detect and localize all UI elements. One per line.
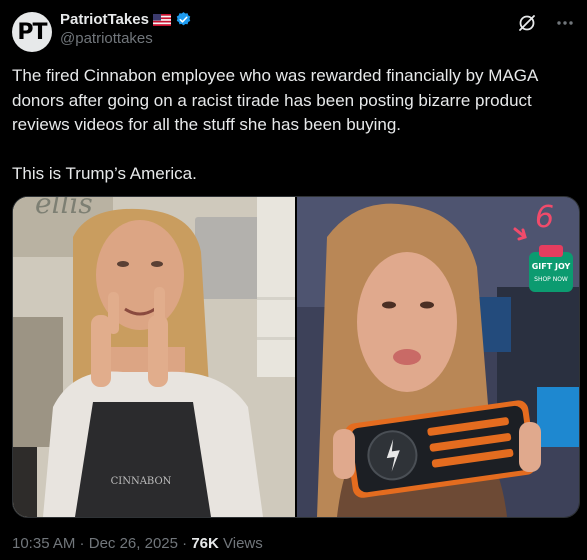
- verified-badge-icon: [176, 12, 191, 26]
- author-names: PatriotTakes @patriottakes: [60, 11, 192, 47]
- tweet-time[interactable]: 10:35 AM: [12, 535, 75, 552]
- author-handle[interactable]: @patriottakes: [60, 30, 192, 47]
- background-sign-text: ellis: [35, 197, 93, 220]
- tweet-meta: 10:35 AM · Dec 26, 2025 · 76K Views: [12, 535, 263, 552]
- media-grid: ellis CINNABON 6 GIFT JOY SHOP NOW: [12, 196, 580, 518]
- meta-separator: ·: [177, 535, 192, 552]
- scribble-number: 6: [535, 200, 554, 235]
- author-display-row: PatriotTakes: [60, 11, 192, 28]
- views-count[interactable]: 76K: [191, 535, 219, 552]
- meta-separator: ·: [75, 535, 89, 552]
- tweet-header: PT PatriotTakes @patriottakes: [12, 9, 575, 53]
- sticker-text-line1: GIFT JOY: [532, 262, 571, 271]
- more-icon[interactable]: [555, 13, 575, 33]
- media-image-right[interactable]: 6 GIFT JOY SHOP NOW: [297, 197, 579, 517]
- author-display-name[interactable]: PatriotTakes: [60, 11, 149, 28]
- left-video-frame: ellis CINNABON: [13, 197, 295, 517]
- sticker-text-line2: SHOP NOW: [534, 276, 568, 283]
- header-actions: [517, 13, 575, 33]
- views-label: Views: [218, 535, 263, 552]
- us-flag-icon: [152, 13, 171, 26]
- right-video-frame: 6 GIFT JOY SHOP NOW: [297, 197, 579, 517]
- media-image-left[interactable]: ellis CINNABON: [13, 197, 295, 517]
- tweet-text: The fired Cinnabon employee who was rewa…: [12, 66, 538, 183]
- grok-icon[interactable]: [517, 13, 537, 33]
- apron-logo-text: CINNABON: [111, 476, 172, 487]
- avatar[interactable]: PT: [12, 12, 52, 52]
- tweet-date[interactable]: Dec 26, 2025: [89, 535, 178, 552]
